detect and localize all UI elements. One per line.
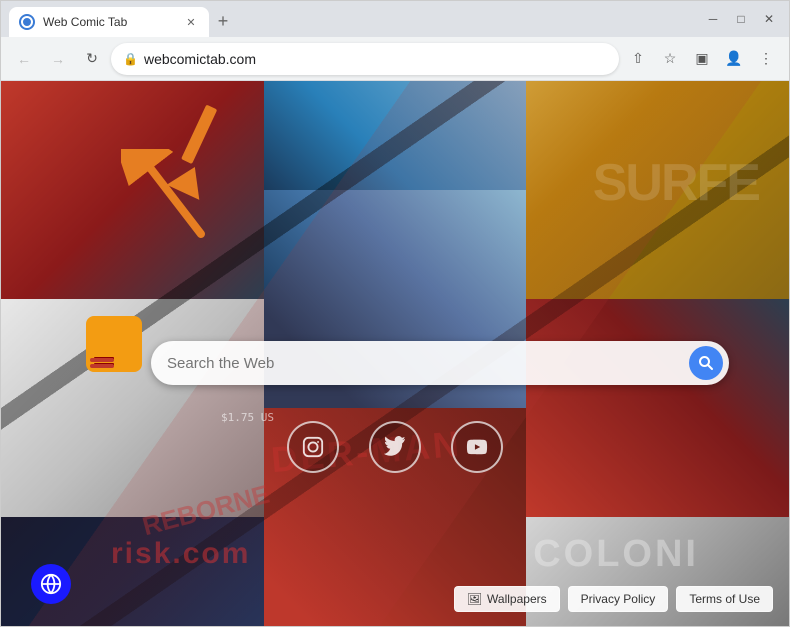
browser-frame: Web Comic Tab ✕ + ─ □ ✕ ← → ↻ 🔒 webcomic…: [0, 0, 790, 627]
close-button[interactable]: ✕: [757, 7, 781, 31]
forward-button[interactable]: →: [43, 44, 73, 74]
search-icon: [698, 355, 714, 371]
search-button[interactable]: [689, 346, 723, 380]
browser-tab[interactable]: Web Comic Tab ✕: [9, 7, 209, 37]
twitter-icon[interactable]: [369, 421, 421, 473]
profile-icon[interactable]: 👤: [719, 44, 749, 74]
comic-panel-1: [1, 81, 264, 299]
tab-favicon: [19, 14, 35, 30]
address-bar[interactable]: 🔒 webcomictab.com: [111, 43, 619, 75]
window-controls: ─ □ ✕: [701, 7, 781, 37]
title-bar: Web Comic Tab ✕ + ─ □ ✕: [1, 1, 789, 37]
globe-icon[interactable]: [31, 564, 71, 604]
bookmark-icon[interactable]: ☆: [655, 44, 685, 74]
share-icon[interactable]: ⇧: [623, 44, 653, 74]
hamburger-line-1: [94, 357, 114, 360]
comic-panel-2: [264, 81, 527, 190]
tab-close-button[interactable]: ✕: [183, 14, 199, 30]
tab-title: Web Comic Tab: [43, 15, 175, 29]
wallpapers-icon: 🖼: [467, 592, 482, 606]
search-container: [151, 341, 729, 385]
hamburger-line-2: [94, 363, 114, 366]
social-icons: [1, 421, 789, 473]
refresh-button[interactable]: ↻: [77, 44, 107, 74]
menu-icon[interactable]: ⋮: [751, 44, 781, 74]
youtube-icon[interactable]: [451, 421, 503, 473]
comic-panel-3: [526, 81, 789, 299]
privacy-label: Privacy Policy: [581, 592, 656, 606]
search-input[interactable]: [167, 355, 689, 372]
restore-button[interactable]: □: [729, 7, 753, 31]
lock-icon: 🔒: [123, 52, 138, 66]
new-tab-button[interactable]: +: [209, 7, 237, 35]
terms-label: Terms of Use: [689, 592, 760, 606]
bottom-bar: 🖼 Wallpapers Privacy Policy Terms of Use: [454, 586, 773, 612]
url-text: webcomictab.com: [144, 51, 607, 67]
privacy-policy-button[interactable]: Privacy Policy: [568, 586, 669, 612]
minimize-button[interactable]: ─: [701, 7, 725, 31]
comic-panel-6: [526, 299, 789, 517]
nav-right-icons: ⇧ ☆ ▣ 👤 ⋮: [623, 44, 781, 74]
app-icon[interactable]: [86, 316, 142, 372]
split-view-icon[interactable]: ▣: [687, 44, 717, 74]
terms-of-use-button[interactable]: Terms of Use: [676, 586, 773, 612]
back-button[interactable]: ←: [9, 44, 39, 74]
wallpapers-label: Wallpapers: [487, 592, 547, 606]
wallpapers-button[interactable]: 🖼 Wallpapers: [454, 586, 560, 612]
main-content: SURFE DER-MAN REBORNE risk.com COLONI $1…: [1, 81, 789, 626]
hamburger-icon: [94, 357, 114, 366]
instagram-icon[interactable]: [287, 421, 339, 473]
app-icon-background: [86, 316, 142, 372]
nav-bar: ← → ↻ 🔒 webcomictab.com ⇧ ☆ ▣ 👤 ⋮: [1, 37, 789, 81]
